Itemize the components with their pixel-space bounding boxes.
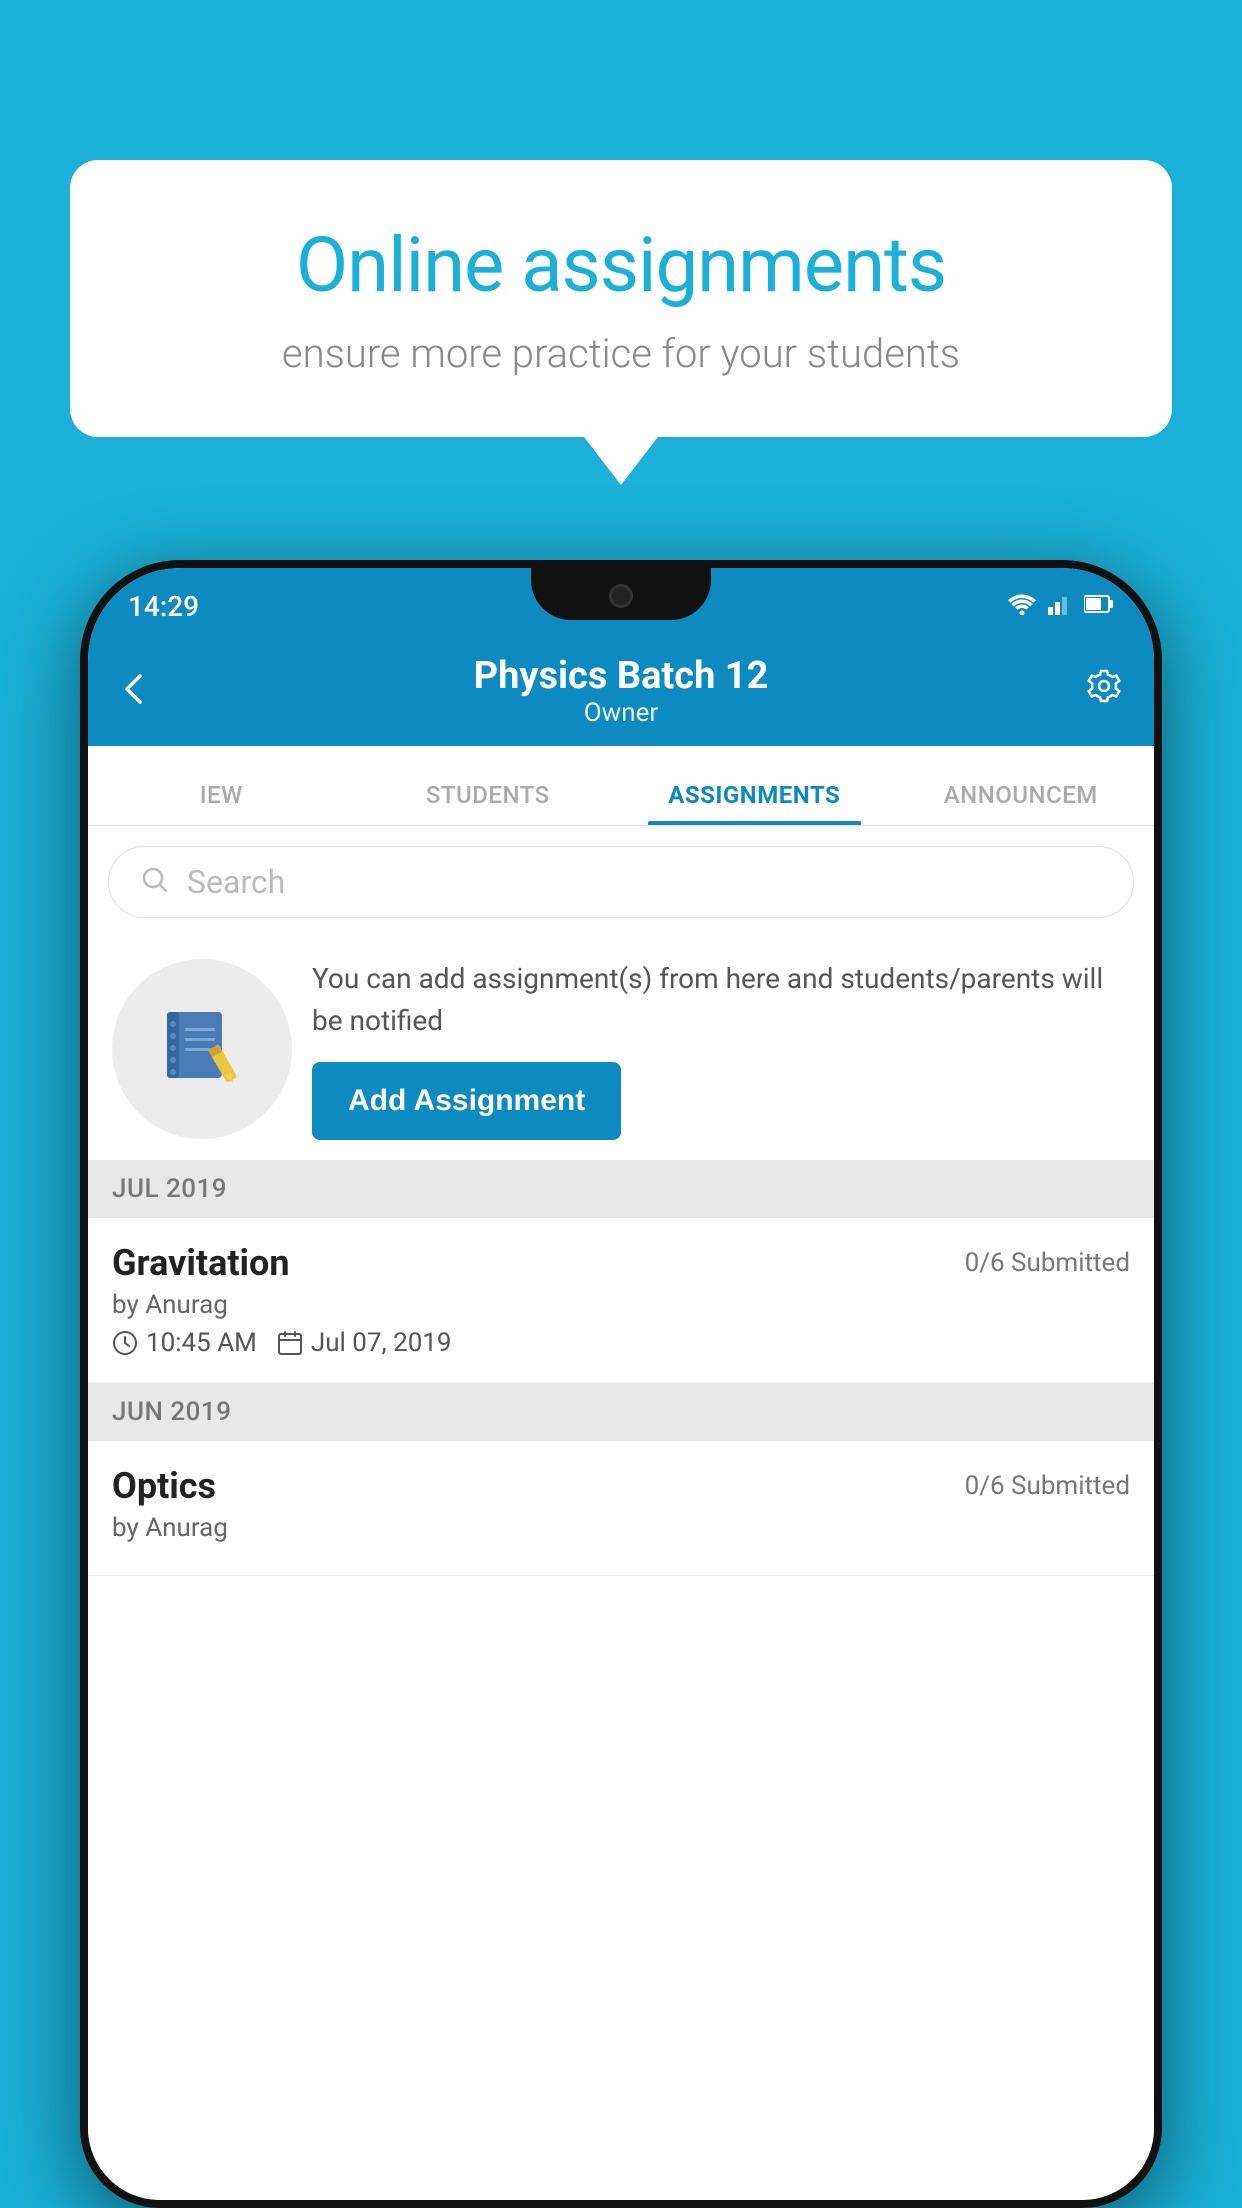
assignment-date: Jul 07, 2019	[311, 1328, 452, 1358]
search-placeholder: Search	[187, 863, 285, 901]
search-icon	[139, 864, 171, 900]
add-assignment-button[interactable]: Add Assignment	[312, 1062, 621, 1140]
phone-screen: 14:29	[88, 568, 1154, 2200]
speech-bubble: Online assignments ensure more practice …	[70, 160, 1172, 437]
assignment-name: Gravitation	[112, 1242, 290, 1284]
assignment-by: by Anurag	[112, 1290, 1130, 1320]
header-center: Physics Batch 12 Owner	[474, 654, 769, 728]
assignment-row1-optics: Optics 0/6 Submitted	[112, 1465, 1130, 1507]
phone-notch	[531, 568, 711, 620]
search-bar[interactable]: Search	[108, 846, 1134, 918]
promo-description: You can add assignment(s) from here and …	[312, 958, 1130, 1042]
month-divider-jul: JUL 2019	[88, 1160, 1154, 1218]
status-time: 14:29	[128, 582, 199, 623]
phone-frame: 14:29	[80, 560, 1162, 2208]
content-area: Search	[88, 826, 1154, 2200]
settings-button[interactable]	[1084, 666, 1124, 716]
assignment-by-optics: by Anurag	[112, 1513, 1130, 1543]
assignment-meta: 10:45 AM Jul 07, 2019	[112, 1328, 1130, 1358]
assignment-item-optics[interactable]: Optics 0/6 Submitted by Anurag	[88, 1441, 1154, 1576]
month-divider-jun: JUN 2019	[88, 1383, 1154, 1441]
promo-icon	[112, 959, 292, 1139]
submitted-count: 0/6 Submitted	[965, 1248, 1130, 1278]
speech-bubble-container: Online assignments ensure more practice …	[70, 160, 1172, 437]
promo-section: You can add assignment(s) from here and …	[88, 938, 1154, 1160]
date-meta: Jul 07, 2019	[277, 1328, 452, 1358]
batch-owner: Owner	[474, 698, 769, 728]
assignment-time: 10:45 AM	[146, 1328, 257, 1358]
tab-assignments[interactable]: ASSIGNMENTS	[621, 781, 888, 825]
batch-title: Physics Batch 12	[474, 654, 769, 698]
submitted-count-optics: 0/6 Submitted	[965, 1471, 1130, 1501]
promo-text: You can add assignment(s) from here and …	[312, 958, 1130, 1140]
battery-icon	[1084, 593, 1114, 619]
tab-bar: IEW STUDENTS ASSIGNMENTS ANNOUNCEM	[88, 746, 1154, 826]
bubble-subtitle: ensure more practice for your students	[140, 330, 1102, 377]
front-camera	[609, 584, 633, 608]
status-icons	[1008, 585, 1114, 619]
bubble-title: Online assignments	[140, 220, 1102, 310]
signal-icon	[1048, 593, 1072, 619]
tab-iew[interactable]: IEW	[88, 781, 355, 825]
tab-announcements[interactable]: ANNOUNCEM	[888, 781, 1155, 825]
assignment-name-optics: Optics	[112, 1465, 216, 1507]
assignment-item-gravitation[interactable]: Gravitation 0/6 Submitted by Anurag 10:4…	[88, 1218, 1154, 1383]
time-meta: 10:45 AM	[112, 1328, 257, 1358]
back-button[interactable]	[118, 665, 152, 717]
tab-students[interactable]: STUDENTS	[355, 781, 622, 825]
assignment-row1: Gravitation 0/6 Submitted	[112, 1242, 1130, 1284]
wifi-icon	[1008, 593, 1036, 619]
app-header: Physics Batch 12 Owner	[88, 636, 1154, 746]
